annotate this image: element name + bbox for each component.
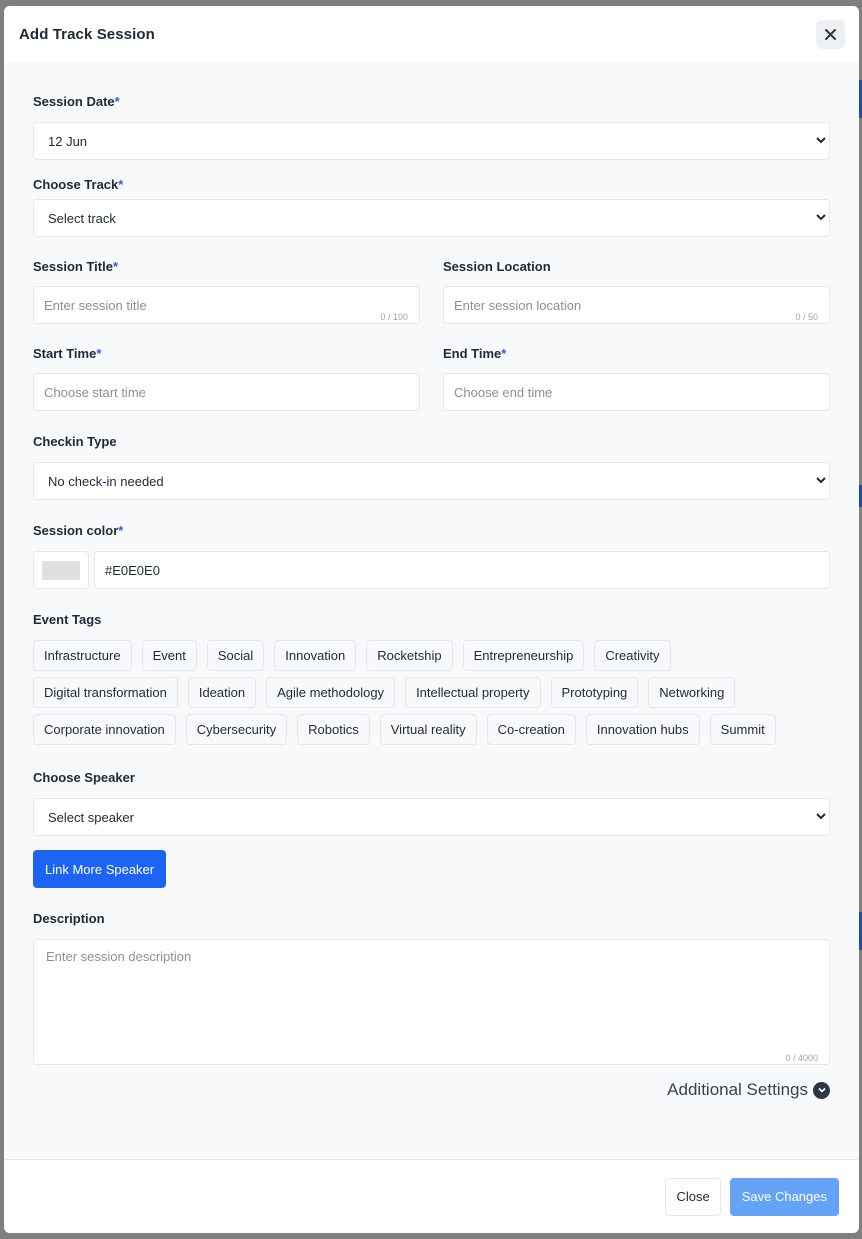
additional-settings-toggle[interactable]: Additional Settings (33, 1080, 830, 1100)
session-location-placeholder: Enter session location (454, 297, 582, 313)
choose-speaker-value: Select speaker (48, 809, 134, 825)
start-time-placeholder: Choose start time (44, 384, 146, 400)
event-tag[interactable]: Virtual reality (379, 714, 477, 745)
event-tag[interactable]: Prototyping (550, 677, 639, 708)
event-tag[interactable]: Event (141, 640, 197, 671)
event-tag[interactable]: Intellectual property (405, 677, 541, 708)
end-time-placeholder: Choose end time (454, 384, 553, 400)
modal-body: Session Date* 12 Jun Choose Track* Selec… (4, 62, 859, 1159)
session-color-label: Session color* (33, 523, 124, 538)
modal-footer: Close Save Changes (4, 1159, 859, 1233)
choose-track-label: Choose Track* (33, 177, 124, 192)
close-button[interactable]: Close (665, 1177, 721, 1216)
event-tag[interactable]: Rocketship (366, 640, 453, 671)
start-time-label: Start Time* (33, 346, 102, 361)
save-changes-button[interactable]: Save Changes (729, 1177, 839, 1216)
chevron-down-icon (816, 137, 826, 144)
session-title-placeholder: Enter session title (44, 297, 147, 313)
event-tag[interactable]: Cybersecurity (185, 714, 288, 745)
color-picker-button[interactable] (33, 551, 89, 589)
event-tag[interactable]: Networking (648, 677, 736, 708)
session-location-label: Session Location (443, 259, 551, 274)
event-tag[interactable]: Entrepreneurship (462, 640, 585, 671)
choose-speaker-select[interactable]: Select speaker (33, 798, 830, 836)
session-title-label: Session Title* (33, 259, 119, 274)
additional-settings-label: Additional Settings (667, 1080, 808, 1099)
event-tag[interactable]: Innovation (274, 640, 357, 671)
chevron-down-icon (816, 214, 826, 221)
link-more-speaker-button[interactable]: Link More Speaker (33, 850, 167, 888)
description-placeholder: Enter session description (46, 949, 192, 964)
modal-title: Add Track Session (19, 25, 155, 43)
description-textarea[interactable]: Enter session description 0 / 4000 (33, 939, 830, 1065)
event-tags-list: Infrastructure Event Social Innovation Rocke… (33, 640, 823, 745)
chevron-down-icon (816, 813, 826, 820)
session-date-value: 12 Jun (48, 133, 88, 149)
event-tags-label: Event Tags (33, 612, 102, 627)
event-tag[interactable]: Creativity (594, 640, 671, 671)
checkin-type-label: Checkin Type (33, 434, 117, 449)
session-date-select[interactable]: 12 Jun (33, 122, 830, 160)
session-location-input[interactable]: Enter session location 0 / 50 (443, 286, 830, 324)
checkin-type-select[interactable]: No check-in needed (33, 462, 830, 500)
end-time-label: End Time* (443, 346, 507, 361)
add-track-session-modal: Add Track Session Session Date* 12 Jun C… (4, 6, 859, 1233)
close-modal-button[interactable] (816, 19, 845, 49)
choose-track-value: Select track (48, 210, 116, 226)
end-time-input[interactable]: Choose end time (443, 373, 830, 411)
session-title-input[interactable]: Enter session title 0 / 100 (33, 286, 420, 324)
choose-track-select[interactable]: Select track (33, 199, 830, 237)
event-tag[interactable]: Co-creation (486, 714, 576, 745)
event-tag[interactable]: Agile methodology (266, 677, 396, 708)
event-tag[interactable]: Infrastructure (33, 640, 132, 671)
event-tag[interactable]: Innovation hubs (585, 714, 700, 745)
session-title-counter: 0 / 100 (380, 312, 408, 322)
checkin-type-value: No check-in needed (48, 473, 164, 489)
event-tag[interactable]: Robotics (297, 714, 370, 745)
session-location-counter: 0 / 50 (795, 312, 818, 322)
event-tag[interactable]: Social (206, 640, 265, 671)
modal-header: Add Track Session (4, 6, 859, 62)
choose-speaker-label: Choose Speaker (33, 770, 135, 785)
chevron-down-icon (816, 477, 826, 484)
event-tag[interactable]: Summit (709, 714, 776, 745)
close-icon (825, 28, 836, 40)
event-tag[interactable]: Digital transformation (33, 677, 178, 708)
color-swatch (42, 560, 80, 580)
session-date-label: Session Date* (33, 94, 120, 109)
description-label: Description (33, 911, 105, 926)
event-tag[interactable]: Corporate innovation (33, 714, 176, 745)
session-color-input[interactable]: #E0E0E0 (94, 551, 830, 589)
description-counter: 0 / 4000 (785, 1053, 818, 1063)
start-time-input[interactable]: Choose start time (33, 373, 420, 411)
chevron-down-circle-icon (813, 1081, 830, 1099)
session-color-value: #E0E0E0 (105, 562, 160, 578)
event-tag[interactable]: Ideation (187, 677, 257, 708)
